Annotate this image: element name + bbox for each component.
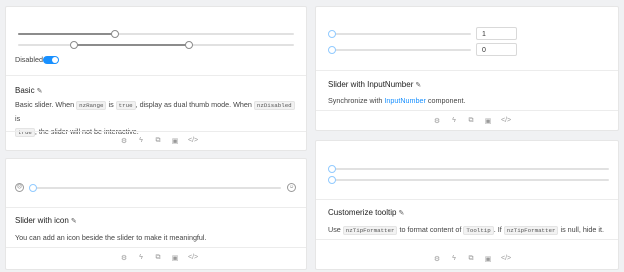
title-text: Basic xyxy=(15,86,35,95)
title-text: Slider with InputNumber xyxy=(328,80,414,89)
edit-icon[interactable]: ✎ xyxy=(398,210,404,217)
code-toolbar: ⚙ ϟ ⧉ ▣ </> xyxy=(120,137,198,145)
lightning-icon[interactable]: ϟ xyxy=(137,137,145,145)
slider-input-handle-2[interactable] xyxy=(328,46,336,54)
card-divider xyxy=(6,75,306,76)
slider-input-rail-2[interactable] xyxy=(331,49,471,51)
lightning-icon[interactable]: ϟ xyxy=(450,255,458,263)
slider-range-handle-end[interactable] xyxy=(185,41,193,49)
card-tooltip: Customerize tooltip ✎ Use nzTipFormatter … xyxy=(315,140,619,270)
slider-tooltip-handle-2[interactable] xyxy=(328,176,336,184)
inputnumber-link[interactable]: InputNumber xyxy=(384,96,426,105)
disabled-switch[interactable] xyxy=(43,56,59,64)
slider-icon-rail[interactable] xyxy=(31,187,281,189)
code-true: true xyxy=(15,128,35,137)
code-nzrange: nzRange xyxy=(76,101,107,110)
switch-knob xyxy=(52,57,58,63)
code-nzdisabled: nzDisabled xyxy=(253,101,295,110)
slider-tooltip-rail-1[interactable] xyxy=(331,168,609,170)
bug-icon[interactable]: ⚙ xyxy=(120,137,128,145)
slider-icon-handle[interactable] xyxy=(29,184,37,192)
title-text: Slider with icon xyxy=(15,216,69,225)
slider-tooltip-rail-2[interactable] xyxy=(331,179,609,181)
slider-range-track xyxy=(74,44,189,46)
card-basic: Disabled: Basic ✎ Basic slider. When nzRa… xyxy=(5,6,307,151)
code-icon[interactable]: </> xyxy=(188,254,198,262)
desc-text: is null, hide it. xyxy=(558,225,605,234)
desc-text: , display as dual thumb mode. When xyxy=(135,100,254,109)
bug-icon[interactable]: ⚙ xyxy=(120,254,128,262)
desc-text: is xyxy=(15,114,21,123)
slider-single-track xyxy=(18,33,114,35)
desc-text: is xyxy=(106,100,116,109)
desc-input-number: Synchronize with InputNumber component. xyxy=(328,94,465,107)
edit-icon[interactable]: ✎ xyxy=(37,88,43,95)
copy-icon[interactable]: ⧉ xyxy=(467,117,475,125)
code-nztipformatter: nzTipFormatter xyxy=(503,226,559,235)
desc-icon: You can add an icon beside the slider to… xyxy=(15,233,207,242)
section-title-icon: Slider with icon ✎ xyxy=(15,216,77,225)
copy-icon[interactable]: ⧉ xyxy=(467,255,475,263)
slider-tooltip-handle-1[interactable] xyxy=(328,165,336,173)
desc-text: component. xyxy=(425,96,466,105)
frown-icon: ☹ xyxy=(15,183,24,192)
code-true: true xyxy=(115,101,136,110)
card-divider xyxy=(316,110,618,111)
expand-icon[interactable]: ▣ xyxy=(484,255,492,263)
desc-text: Use xyxy=(328,225,343,234)
card-divider xyxy=(6,131,306,132)
bug-icon[interactable]: ⚙ xyxy=(433,117,441,125)
slider-single-handle[interactable] xyxy=(111,30,119,38)
lightning-icon[interactable]: ϟ xyxy=(137,254,145,262)
card-icon: ☹ ☺ Slider with icon ✎ You can add an ico… xyxy=(5,158,307,270)
code-nztipformatter: nzTipFormatter xyxy=(342,226,398,235)
card-input-number: 1 0 Slider with InputNumber ✎ Synchronize… xyxy=(315,6,619,131)
lightning-icon[interactable]: ϟ xyxy=(450,117,458,125)
card-divider xyxy=(6,247,306,248)
code-icon[interactable]: </> xyxy=(501,255,511,263)
desc-text: to format content of xyxy=(397,225,464,234)
bug-icon[interactable]: ⚙ xyxy=(433,255,441,263)
card-divider xyxy=(6,207,306,208)
slider-input-rail-1[interactable] xyxy=(331,33,471,35)
code-toolbar: ⚙ ϟ ⧉ ▣ </> xyxy=(120,254,198,262)
input-number-2[interactable]: 0 xyxy=(476,43,517,56)
expand-icon[interactable]: ▣ xyxy=(484,117,492,125)
input-number-1[interactable]: 1 xyxy=(476,27,517,40)
code-icon[interactable]: </> xyxy=(501,117,511,125)
desc-text: . If xyxy=(493,225,504,234)
title-text: Customerize tooltip xyxy=(328,208,397,217)
expand-icon[interactable]: ▣ xyxy=(171,137,179,145)
card-divider xyxy=(316,199,618,200)
section-title-basic: Basic ✎ xyxy=(15,86,42,95)
code-icon[interactable]: </> xyxy=(188,137,198,145)
code-tooltip: Tooltip xyxy=(463,226,494,235)
desc-text: Synchronize with xyxy=(328,96,385,105)
section-title-tooltip: Customerize tooltip ✎ xyxy=(328,208,404,217)
desc-tooltip: Use nzTipFormatter to format content of … xyxy=(328,223,604,237)
expand-icon[interactable]: ▣ xyxy=(171,254,179,262)
desc-text: Basic slider. When xyxy=(15,100,77,109)
code-toolbar: ⚙ ϟ ⧉ ▣ </> xyxy=(433,255,511,263)
disabled-label: Disabled: xyxy=(15,55,45,64)
edit-icon[interactable]: ✎ xyxy=(71,218,77,225)
card-divider xyxy=(316,70,618,71)
slider-input-handle-1[interactable] xyxy=(328,30,336,38)
section-title-input-number: Slider with InputNumber ✎ xyxy=(328,80,421,89)
code-toolbar: ⚙ ϟ ⧉ ▣ </> xyxy=(433,117,511,125)
copy-icon[interactable]: ⧉ xyxy=(154,254,162,262)
slider-range-handle-start[interactable] xyxy=(70,41,78,49)
edit-icon[interactable]: ✎ xyxy=(415,82,421,89)
copy-icon[interactable]: ⧉ xyxy=(154,137,162,145)
smile-icon: ☺ xyxy=(287,183,296,192)
desc-basic: Basic slider. When nzRange is true, disp… xyxy=(15,98,300,139)
card-divider xyxy=(316,239,618,240)
